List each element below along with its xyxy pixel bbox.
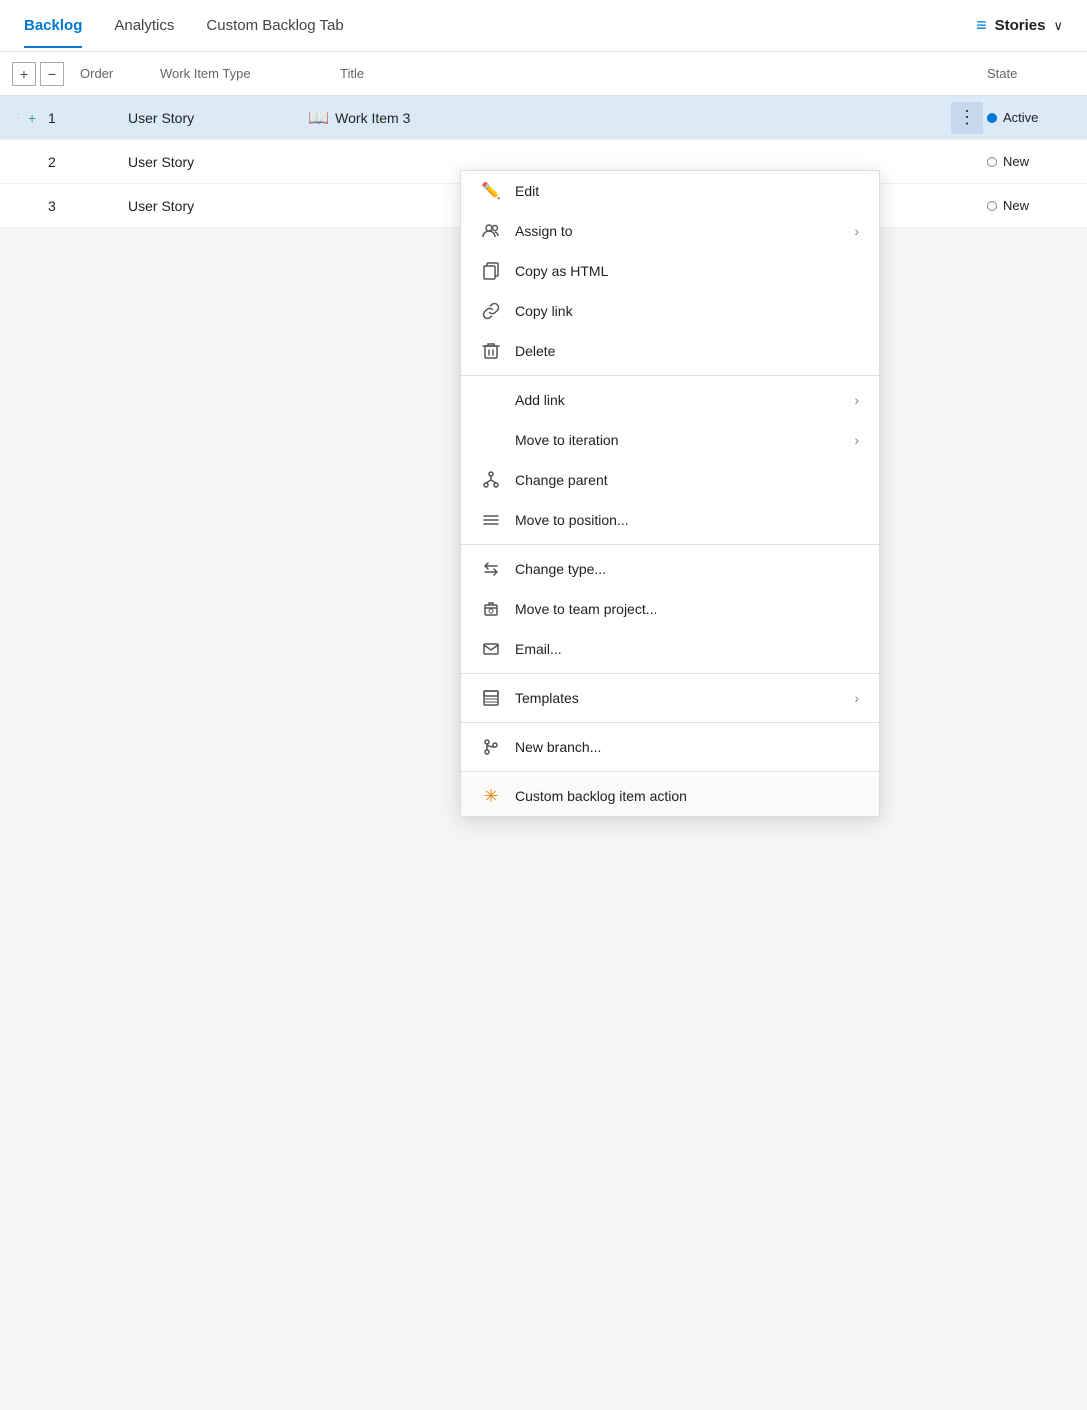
menu-label: Edit xyxy=(515,183,859,199)
placeholder-icon xyxy=(481,430,501,450)
menu-item-new-branch[interactable]: New branch... xyxy=(461,727,879,767)
menu-item-copy-link[interactable]: Copy link xyxy=(461,291,879,331)
menu-divider xyxy=(461,544,879,545)
menu-label: Templates xyxy=(515,690,840,706)
state-text: New xyxy=(1003,154,1029,169)
column-header-order: Order xyxy=(80,66,160,81)
lines-icon xyxy=(481,510,501,530)
row-state: New xyxy=(987,154,1087,169)
menu-item-add-link[interactable]: Add link › xyxy=(461,380,879,420)
column-header-title: Title xyxy=(340,66,987,81)
state-text: New xyxy=(1003,198,1029,213)
menu-divider xyxy=(461,375,879,376)
state-text: Active xyxy=(1003,110,1038,125)
pencil-icon: ✏️ xyxy=(481,181,501,201)
filter-icon[interactable]: ≡ xyxy=(976,15,987,36)
branch-icon xyxy=(481,737,501,757)
people-icon xyxy=(481,221,501,241)
stories-chevron-icon[interactable]: ∨ xyxy=(1053,18,1063,34)
remove-work-item-button[interactable]: − xyxy=(40,62,64,86)
row-title: 📖 Work Item 3 xyxy=(308,108,951,128)
menu-item-change-parent[interactable]: Change parent xyxy=(461,460,879,500)
menu-divider xyxy=(461,722,879,723)
row-state: Active xyxy=(987,110,1087,125)
link-icon xyxy=(481,301,501,321)
menu-label: Move to team project... xyxy=(515,601,859,617)
row-order: 2 xyxy=(48,154,128,170)
menu-label: New branch... xyxy=(515,739,859,755)
menu-item-move-position[interactable]: Move to position... xyxy=(461,500,879,540)
menu-label: Delete xyxy=(515,343,859,359)
context-menu: ✏️ Edit Assign to › Copy as HTML xyxy=(460,170,880,817)
submenu-arrow-icon: › xyxy=(854,432,859,448)
menu-label: Assign to xyxy=(515,223,840,239)
menu-item-move-team[interactable]: Move to team project... xyxy=(461,589,879,629)
menu-label: Move to position... xyxy=(515,512,859,528)
state-indicator xyxy=(987,157,997,167)
asterisk-icon: ✳ xyxy=(481,786,501,806)
menu-item-change-type[interactable]: Change type... xyxy=(461,549,879,589)
state-indicator xyxy=(987,201,997,211)
row-order: 1 xyxy=(48,110,128,126)
arrows-icon xyxy=(481,559,501,579)
row-add-icon[interactable]: + xyxy=(28,110,48,126)
submenu-arrow-icon: › xyxy=(854,223,859,239)
nav-right: ≡ Stories ∨ xyxy=(976,15,1063,36)
menu-item-copy-html[interactable]: Copy as HTML xyxy=(461,251,879,291)
envelope-icon xyxy=(481,639,501,659)
submenu-arrow-icon: › xyxy=(854,690,859,706)
add-remove-buttons: + − xyxy=(12,62,64,86)
table-row[interactable]: ⋮ + 1 User Story 📖 Work Item 3 ⋮ Active xyxy=(0,96,1087,140)
row-work-item-type: User Story xyxy=(128,198,308,214)
drag-handle: ⋮ xyxy=(12,111,28,125)
table-header-row: + − Order Work Item Type Title State xyxy=(0,52,1087,96)
menu-label: Change parent xyxy=(515,472,859,488)
menu-divider xyxy=(461,673,879,674)
add-work-item-button[interactable]: + xyxy=(12,62,36,86)
menu-label: Move to iteration xyxy=(515,432,840,448)
menu-item-move-iteration[interactable]: Move to iteration › xyxy=(461,420,879,460)
trash-icon xyxy=(481,341,501,361)
menu-label: Copy link xyxy=(515,303,859,319)
menu-item-email[interactable]: Email... xyxy=(461,629,879,669)
placeholder-icon xyxy=(481,390,501,410)
menu-label: Email... xyxy=(515,641,859,657)
row-order: 3 xyxy=(48,198,128,214)
menu-item-templates[interactable]: Templates › xyxy=(461,678,879,718)
menu-label: Change type... xyxy=(515,561,859,577)
row-more-actions-button[interactable]: ⋮ xyxy=(951,102,983,134)
tab-backlog[interactable]: Backlog xyxy=(24,3,82,48)
menu-divider xyxy=(461,771,879,772)
stories-label[interactable]: Stories xyxy=(995,17,1046,34)
row-work-item-type: User Story xyxy=(128,154,308,170)
menu-label: Copy as HTML xyxy=(515,263,859,279)
menu-item-custom-action[interactable]: ✳ Custom backlog item action xyxy=(461,776,879,816)
work-item-icon: 📖 xyxy=(308,108,329,128)
row-state: New xyxy=(987,198,1087,213)
submenu-arrow-icon: › xyxy=(854,392,859,408)
hierarchy-icon xyxy=(481,470,501,490)
copy-icon xyxy=(481,261,501,281)
menu-label: Add link xyxy=(515,392,840,408)
menu-item-edit[interactable]: ✏️ Edit xyxy=(461,171,879,211)
row-work-item-type: User Story xyxy=(128,110,308,126)
state-indicator xyxy=(987,113,997,123)
box-icon xyxy=(481,599,501,619)
top-navigation: Backlog Analytics Custom Backlog Tab ≡ S… xyxy=(0,0,1087,52)
menu-item-assign-to[interactable]: Assign to › xyxy=(461,211,879,251)
template-icon xyxy=(481,688,501,708)
column-header-type: Work Item Type xyxy=(160,66,340,81)
menu-item-delete[interactable]: Delete xyxy=(461,331,879,371)
column-header-state: State xyxy=(987,66,1087,81)
tab-analytics[interactable]: Analytics xyxy=(114,3,174,48)
menu-label: Custom backlog item action xyxy=(515,788,859,804)
work-item-title-text: Work Item 3 xyxy=(335,110,410,126)
tab-custom-backlog[interactable]: Custom Backlog Tab xyxy=(206,3,343,48)
